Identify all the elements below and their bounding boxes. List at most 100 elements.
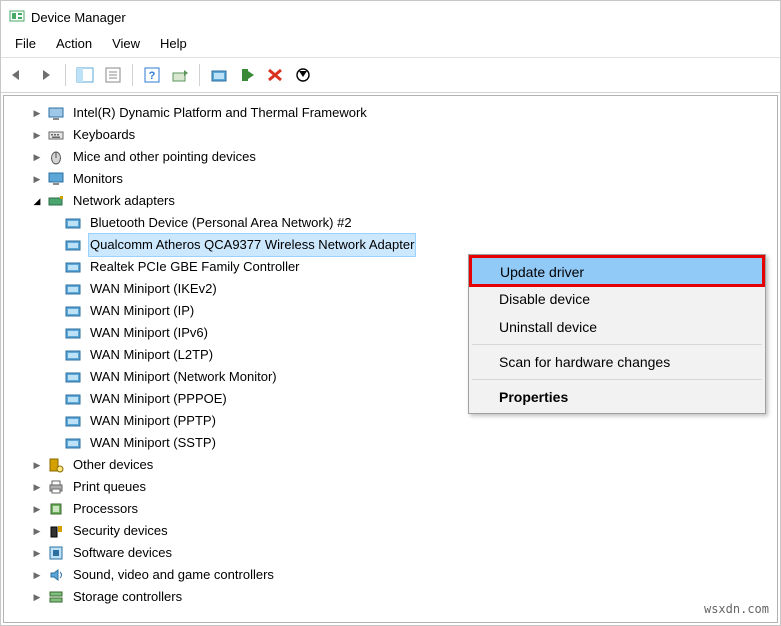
context-update-driver[interactable]: Update driver bbox=[469, 255, 765, 287]
chevron-right-icon[interactable]: ▶ bbox=[30, 590, 44, 604]
menu-view[interactable]: View bbox=[102, 33, 150, 57]
tree-content: ▶ Intel(R) Dynamic Platform and Thermal … bbox=[3, 95, 778, 623]
enable-button[interactable] bbox=[234, 62, 260, 88]
chevron-right-icon[interactable]: ▶ bbox=[30, 172, 44, 186]
tree-label: Security devices bbox=[71, 520, 170, 542]
tree-label: Network adapters bbox=[71, 190, 177, 212]
chevron-down-icon[interactable]: ◢ bbox=[30, 194, 44, 208]
chevron-right-icon[interactable]: ▶ bbox=[30, 458, 44, 472]
chevron-right-icon[interactable]: ▶ bbox=[30, 128, 44, 142]
watermark: wsxdn.com bbox=[704, 602, 769, 616]
tree-node-software-devices[interactable]: ▶ Software devices bbox=[6, 542, 775, 564]
network-card-icon bbox=[64, 368, 82, 386]
tree-node-network-adapters[interactable]: ◢ Network adapters bbox=[6, 190, 775, 212]
disable-button[interactable] bbox=[290, 62, 316, 88]
toolbar-separator bbox=[132, 64, 133, 86]
tree-node-storage[interactable]: ▶ Storage controllers bbox=[6, 586, 775, 608]
back-button[interactable] bbox=[5, 62, 31, 88]
context-menu: Update driver Disable device Uninstall d… bbox=[468, 254, 766, 414]
tree-label: Mice and other pointing devices bbox=[71, 146, 258, 168]
tree-node-security-devices[interactable]: ▶ Security devices bbox=[6, 520, 775, 542]
tree-label: WAN Miniport (IKEv2) bbox=[88, 278, 219, 300]
storage-icon bbox=[47, 588, 65, 606]
network-card-icon bbox=[64, 302, 82, 320]
tree-label: Keyboards bbox=[71, 124, 137, 146]
chevron-right-icon[interactable]: ▶ bbox=[30, 568, 44, 582]
keyboard-icon bbox=[47, 126, 65, 144]
tree-label: Processors bbox=[71, 498, 140, 520]
tree-node-mice[interactable]: ▶ Mice and other pointing devices bbox=[6, 146, 775, 168]
network-card-icon bbox=[64, 280, 82, 298]
tree-label: Sound, video and game controllers bbox=[71, 564, 276, 586]
tree-label: WAN Miniport (SSTP) bbox=[88, 432, 218, 454]
tree-node-platform[interactable]: ▶ Intel(R) Dynamic Platform and Thermal … bbox=[6, 102, 775, 124]
tree-label: Intel(R) Dynamic Platform and Thermal Fr… bbox=[71, 102, 369, 124]
tree-node-monitors[interactable]: ▶ Monitors bbox=[6, 168, 775, 190]
context-uninstall-device[interactable]: Uninstall device bbox=[471, 313, 763, 341]
tree-label: Storage controllers bbox=[71, 586, 184, 608]
chevron-right-icon[interactable]: ▶ bbox=[30, 524, 44, 538]
svg-text:?: ? bbox=[149, 70, 156, 82]
toolbar-separator bbox=[65, 64, 66, 86]
printer-icon bbox=[47, 478, 65, 496]
tree-label: Monitors bbox=[71, 168, 125, 190]
title-bar: Device Manager bbox=[1, 1, 780, 33]
tree-label: WAN Miniport (Network Monitor) bbox=[88, 366, 279, 388]
cpu-icon bbox=[47, 500, 65, 518]
network-card-icon bbox=[64, 214, 82, 232]
properties-button[interactable] bbox=[100, 62, 126, 88]
forward-button[interactable] bbox=[33, 62, 59, 88]
tree-node-sound[interactable]: ▶ Sound, video and game controllers bbox=[6, 564, 775, 586]
tree-node-adapter[interactable]: Bluetooth Device (Personal Area Network)… bbox=[6, 212, 775, 234]
tree-label: WAN Miniport (PPTP) bbox=[88, 410, 218, 432]
menu-help[interactable]: Help bbox=[150, 33, 197, 57]
chevron-right-icon[interactable]: ▶ bbox=[30, 106, 44, 120]
chevron-right-icon[interactable]: ▶ bbox=[30, 150, 44, 164]
menu-action[interactable]: Action bbox=[46, 33, 102, 57]
network-card-icon bbox=[64, 236, 82, 254]
uninstall-button[interactable] bbox=[262, 62, 288, 88]
tree-label: Bluetooth Device (Personal Area Network)… bbox=[88, 212, 354, 234]
tree-node-keyboards[interactable]: ▶ Keyboards bbox=[6, 124, 775, 146]
tree-label: Qualcomm Atheros QCA9377 Wireless Networ… bbox=[88, 233, 416, 257]
tree-label: Print queues bbox=[71, 476, 148, 498]
device-manager-icon bbox=[9, 9, 25, 25]
tree-label: WAN Miniport (IP) bbox=[88, 300, 196, 322]
chevron-right-icon[interactable]: ▶ bbox=[30, 480, 44, 494]
window-title: Device Manager bbox=[31, 10, 126, 25]
tree-label: WAN Miniport (IPv6) bbox=[88, 322, 210, 344]
menu-bar: File Action View Help bbox=[1, 33, 780, 57]
tree-label: WAN Miniport (PPPOE) bbox=[88, 388, 229, 410]
update-driver-button[interactable] bbox=[206, 62, 232, 88]
chevron-right-icon[interactable]: ▶ bbox=[30, 502, 44, 516]
scan-button[interactable] bbox=[167, 62, 193, 88]
sound-icon bbox=[47, 566, 65, 584]
help-button[interactable]: ? bbox=[139, 62, 165, 88]
tree-node-print-queues[interactable]: ▶ Print queues bbox=[6, 476, 775, 498]
context-scan-hardware[interactable]: Scan for hardware changes bbox=[471, 348, 763, 376]
tree-node-other-devices[interactable]: ▶ Other devices bbox=[6, 454, 775, 476]
context-disable-device[interactable]: Disable device bbox=[471, 285, 763, 313]
platform-icon bbox=[47, 104, 65, 122]
monitor-icon bbox=[47, 170, 65, 188]
tree-node-adapter[interactable]: WAN Miniport (SSTP) bbox=[6, 432, 775, 454]
menu-file[interactable]: File bbox=[5, 33, 46, 57]
network-card-icon bbox=[64, 434, 82, 452]
context-properties[interactable]: Properties bbox=[471, 383, 763, 411]
tree-node-processors[interactable]: ▶ Processors bbox=[6, 498, 775, 520]
network-card-icon bbox=[64, 258, 82, 276]
context-separator bbox=[472, 379, 762, 380]
network-card-icon bbox=[64, 412, 82, 430]
chevron-right-icon[interactable]: ▶ bbox=[30, 546, 44, 560]
network-card-icon bbox=[64, 324, 82, 342]
tree-node-adapter-selected[interactable]: Qualcomm Atheros QCA9377 Wireless Networ… bbox=[6, 234, 775, 256]
network-card-icon bbox=[64, 390, 82, 408]
toolbar-separator bbox=[199, 64, 200, 86]
tree-label: Software devices bbox=[71, 542, 174, 564]
network-adapter-icon bbox=[47, 192, 65, 210]
software-icon bbox=[47, 544, 65, 562]
tree-label: Other devices bbox=[71, 454, 155, 476]
security-icon bbox=[47, 522, 65, 540]
toolbar: ? bbox=[1, 57, 780, 93]
show-hide-tree-button[interactable] bbox=[72, 62, 98, 88]
